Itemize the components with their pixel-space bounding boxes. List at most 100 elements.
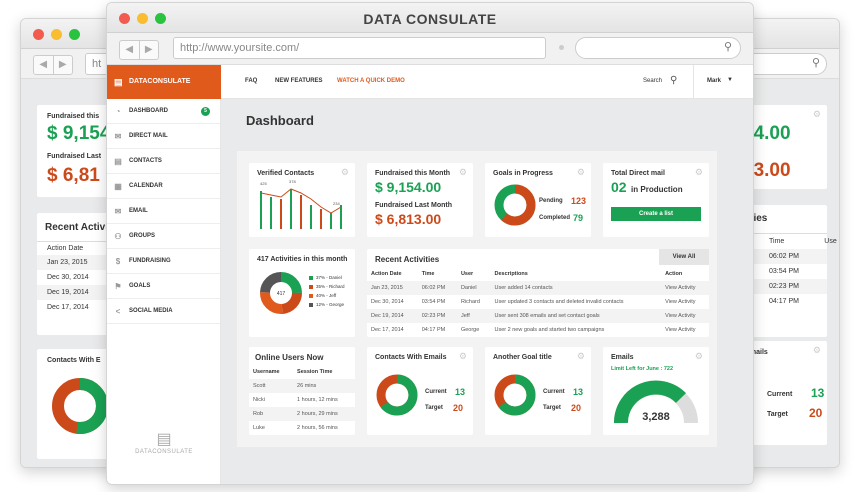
card-title: Goals in Progress (493, 170, 553, 177)
gear-icon[interactable]: ⚙ (813, 109, 821, 120)
sidebar-item-goals[interactable]: ⚑ GOALS (107, 274, 220, 299)
pie-center: 417 (277, 291, 286, 297)
brand-logo[interactable]: ▤ DATACONSULATE (107, 65, 221, 99)
view-activity-link[interactable]: View Activity (661, 281, 709, 295)
table-cell: Jan 23, 2015 (371, 285, 403, 291)
gear-icon[interactable]: ⚙ (459, 351, 467, 362)
table-cell: User added 14 contacts (494, 285, 553, 291)
gear-icon[interactable]: ⚙ (577, 351, 585, 362)
direct-mail-suffix: in Production (631, 185, 683, 194)
sidebar-logo-text: DATACONSULATE (135, 449, 193, 455)
menu-faq[interactable]: FAQ (245, 78, 257, 84)
gear-icon[interactable]: ⚙ (695, 351, 703, 362)
activities-pie-card: 417 Activities in this month 417 37% - D… (249, 249, 355, 337)
card-title: Recent Activities (375, 255, 440, 264)
legend-item: 40% - Jeff (309, 293, 345, 298)
sidebar-item-groups[interactable]: ⚇ GROUPS (107, 224, 220, 249)
another-goal-card: Another Goal title ⚙ Current 13 Target 2… (485, 347, 591, 435)
col-header: Action (665, 271, 683, 277)
legend-item: 12% - George (309, 302, 345, 307)
search-icon: ⚲ (811, 57, 820, 69)
card-title: Another Goal title (493, 354, 552, 361)
gear-icon[interactable]: ⚙ (459, 167, 467, 178)
back-icon[interactable]: ◀ (120, 41, 140, 59)
legend-swatch (309, 293, 313, 298)
table-row: Nicki 1 hours, 12 mins (249, 393, 355, 407)
table-cell: Scott (253, 383, 266, 389)
table-cell: 2 hours, 29 mins (297, 411, 338, 417)
sidebar-item-email[interactable]: ✉ EMAIL (107, 199, 220, 224)
card-title: Total Direct mail (611, 170, 665, 177)
user-menu[interactable]: Mark (707, 78, 721, 84)
page-title: Dashboard (246, 113, 314, 128)
menu-watch-demo[interactable]: WATCH A QUICK DEMO (337, 78, 405, 84)
gear-icon[interactable]: ⚙ (813, 345, 821, 356)
verified-bar (300, 195, 302, 229)
col-header: Use (824, 238, 837, 245)
chevron-down-icon[interactable]: ▼ (727, 77, 733, 83)
table-cell: 04:17 PM (421, 327, 446, 333)
sidebar: ◔ DASHBOARD 5 ✉ DIRECT MAIL ▤ CONTACTS ▦ CALENDA… (107, 99, 221, 484)
url-field[interactable]: http://www.yoursite.com/ (173, 37, 546, 59)
target-value: 20 (453, 403, 464, 413)
table-cell: Dec 17, 2014 (371, 327, 404, 333)
target-label: Target (425, 405, 443, 411)
gear-icon[interactable]: ⚙ (577, 167, 585, 178)
current-value: 13 (455, 387, 466, 397)
search-icon[interactable]: ⚲ (670, 75, 677, 86)
sidebar-item-social-media[interactable]: < SOCIAL MEDIA (107, 299, 220, 324)
table-row: Rob 2 hours, 29 mins (249, 407, 355, 421)
point-label: 378 (289, 179, 296, 184)
contacts-icon: ▤ (114, 156, 122, 166)
search-bar[interactable]: ⚲ (575, 37, 741, 59)
table-cell: 1 hours, 12 mins (297, 397, 338, 403)
forward-icon[interactable]: ▶ (140, 41, 159, 59)
sidebar-item-label: DASHBOARD (129, 108, 168, 114)
online-users-card: Online Users Now Username Session Time Sc… (249, 347, 355, 435)
fund-last-value: $ 6,81 (47, 165, 100, 186)
sidebar-item-calendar[interactable]: ▦ CALENDAR (107, 174, 220, 199)
col-header: Session Time (297, 369, 333, 375)
verified-bar (320, 209, 322, 229)
target-value: 20 (809, 406, 823, 420)
table-cell: George (460, 327, 480, 333)
target-label: Target (767, 411, 788, 418)
main-content: Dashboard Verified Contacts ⚙ 425 378 23… (221, 99, 753, 484)
fund-this-label: Fundraised this (47, 113, 100, 120)
legend-swatch (309, 302, 313, 307)
table-cell: 26 mins (297, 383, 317, 389)
mail-icon: ✉ (114, 131, 122, 141)
table-cell: Richard (460, 299, 480, 305)
sidebar-item-dashboard[interactable]: ◔ DASHBOARD 5 (107, 99, 220, 124)
table-row: Dec 30, 2014 03:54 PM Richard User updated … (367, 295, 709, 309)
main-window: DATA CONSULATE ◀ ▶ http://www.yoursite.co… (106, 2, 754, 485)
search-bar[interactable]: ⚲ (743, 53, 827, 75)
flag-icon: ⚑ (114, 281, 122, 291)
col-header: User (460, 271, 474, 277)
fund-last-label: Fundraised Last (47, 153, 102, 160)
pending-label: Pending (539, 198, 563, 204)
table-cell: User updated 3 contacts and deleted inva… (494, 299, 624, 305)
view-activity-link[interactable]: View Activity (661, 309, 709, 323)
view-all-button[interactable]: View All (659, 249, 709, 265)
col-header: Action Date (371, 271, 402, 277)
gear-icon[interactable]: ⚙ (695, 167, 703, 178)
verified-bar (290, 189, 292, 229)
completed-label: Completed (539, 215, 571, 221)
sidebar-item-label: GROUPS (129, 233, 156, 239)
nav-buttons[interactable]: ◀ ▶ (119, 40, 159, 60)
verified-line-chart: 425 378 234 (260, 179, 342, 229)
view-activity-link[interactable]: View Activity (661, 323, 709, 337)
sidebar-item-direct-mail[interactable]: ✉ DIRECT MAIL (107, 124, 220, 149)
view-activity-link[interactable]: View Activity (661, 295, 709, 309)
sidebar-item-fundraising[interactable]: $ FUNDRAISING (107, 249, 220, 274)
building-icon: ▤ (156, 431, 172, 448)
header-search-label[interactable]: Search (643, 78, 662, 84)
point-label: 425 (260, 181, 267, 186)
menu-new-features[interactable]: NEW FEATURES (275, 78, 323, 84)
table-cell: 03:54 PM (421, 299, 446, 305)
sidebar-item-contacts[interactable]: ▤ CONTACTS (107, 149, 220, 174)
notification-badge: 5 (201, 106, 210, 116)
create-list-button[interactable]: Create a list (611, 207, 701, 221)
card-title: Online Users Now (255, 353, 324, 362)
